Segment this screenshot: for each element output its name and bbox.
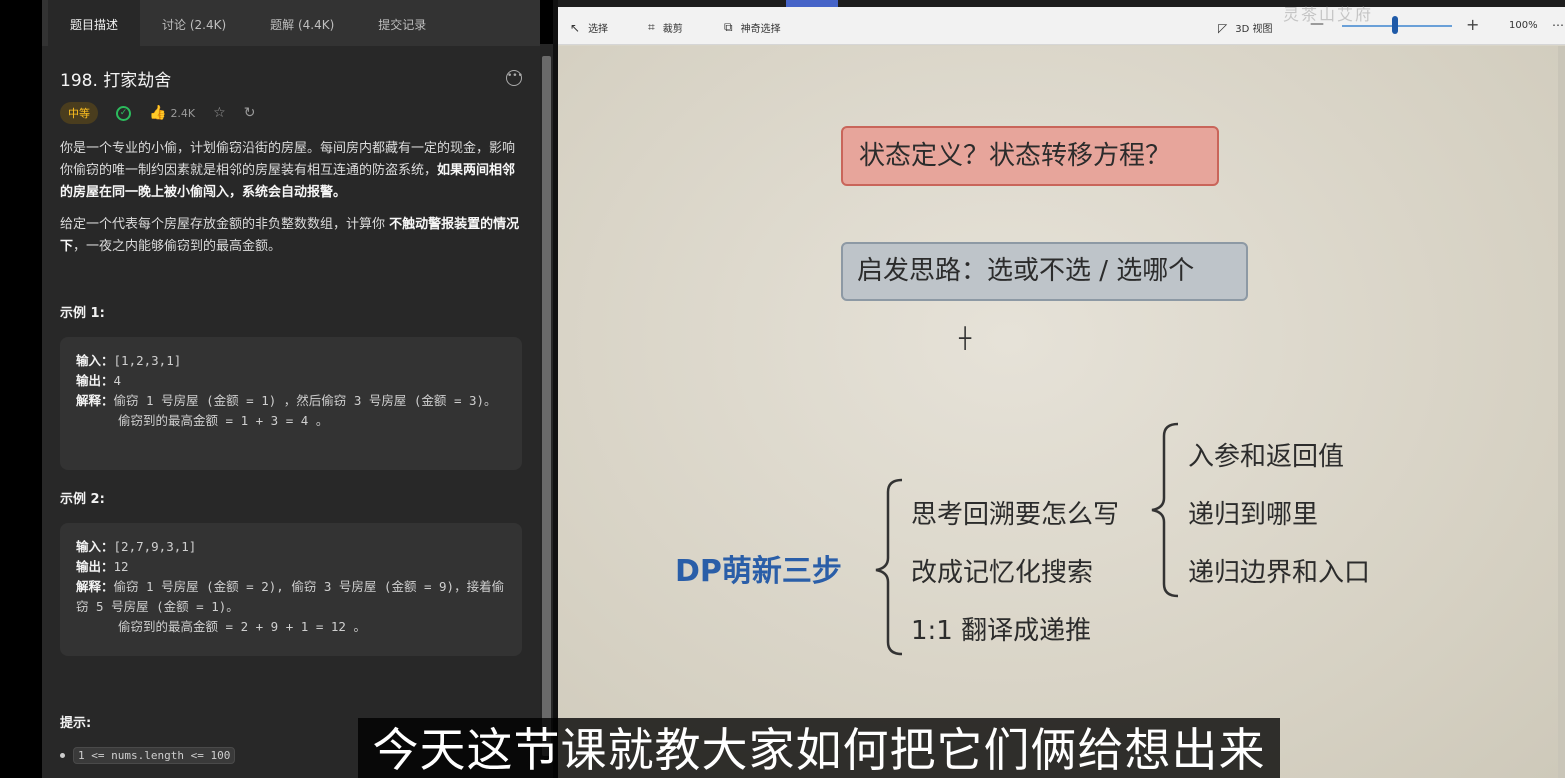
input-value: [1,2,3,1]	[113, 353, 182, 368]
like-button[interactable]: 👍 2.4K	[149, 105, 195, 121]
example-1-title: 示例 1:	[60, 306, 105, 321]
3d-view-icon: ◸	[1218, 20, 1228, 35]
channel-watermark: 灵茶山艾府	[1283, 5, 1374, 24]
star-icon[interactable]: ☆	[213, 105, 226, 121]
like-count: 2.4K	[170, 106, 196, 120]
constraint-code: 1 <= nums.length <= 100	[73, 747, 236, 764]
toolbar: ↖ 选择 ⌗ 裁剪 ⧉ 神奇选择 ◸ 3D 视图 灵茶山艾府 — + 100% …	[558, 5, 1565, 45]
input-value: [2,7,9,3,1]	[113, 539, 197, 554]
problem-tabs: 题目描述 讨论 (2.4K) 题解 (4.4K) 提交记录	[42, 0, 540, 46]
video-subtitle: 今天这节课就教大家如何把它们俩给想出来	[358, 718, 1280, 778]
mindmap-node-backtrack: 思考回溯要怎么写	[911, 500, 1120, 530]
problem-scrollbar[interactable]	[540, 44, 553, 778]
screen: { "leetcode": { "tabs": ["题目描述", "讨论 (2.…	[0, 0, 1565, 778]
active-tab-accent	[786, 0, 838, 7]
zoom-slider-thumb[interactable]	[1392, 16, 1398, 34]
select-tool[interactable]: ↖ 选择	[570, 20, 609, 36]
mindmap-node-boundary: 递归边界和入口	[1188, 558, 1371, 588]
difficulty-badge: 中等	[60, 102, 98, 124]
mindmap-node-memoize: 改成记忆化搜索	[911, 558, 1094, 588]
output-label: 输出：	[76, 559, 114, 574]
bullet-icon	[60, 753, 65, 758]
crop-tool[interactable]: ⌗ 裁剪	[648, 20, 683, 35]
explain-value-2: 偷窃到的最高金额 = 2 + 9 + 1 = 12 。	[118, 619, 366, 634]
more-options-icon[interactable]: •••	[506, 70, 523, 86]
cursor-arrow-icon: ↖	[570, 20, 581, 35]
explain-value: 偷窃 1 号房屋 (金额 = 1) ，然后偷窃 3 号房屋 (金额 = 3)。	[113, 393, 497, 408]
explain-value: 偷窃 1 号房屋 (金额 = 2), 偷窃 3 号房屋 (金额 = 9)，接着偷…	[76, 579, 505, 614]
output-value: 12	[113, 559, 129, 574]
output-value: 4	[113, 373, 122, 388]
tab-description[interactable]: 题目描述	[48, 0, 141, 46]
solved-check-icon: ✓	[116, 105, 131, 121]
crop-label: 裁剪	[662, 24, 683, 35]
3d-view-label: 3D 视图	[1235, 24, 1273, 35]
example-2-box: 输入：[2,7,9,3,1] 输出：12 解释：偷窃 1 号房屋 (金额 = 2…	[60, 523, 522, 656]
input-label: 输入：	[76, 353, 114, 368]
canvas-scrollbar[interactable]	[1558, 46, 1565, 778]
3d-view-toggle[interactable]: ◸ 3D 视图	[1218, 20, 1273, 36]
drawing-canvas[interactable]: 状态定义？状态转移方程？ 启发思路：选或不选 / 选哪个 ┼ DP萌新三步 思考…	[558, 46, 1558, 778]
tab-solutions[interactable]: 题解 (4.4K)	[248, 0, 356, 46]
desc-text: 给定一个代表每个房屋存放金额的非负整数数组，计算你	[60, 217, 390, 232]
explain-value-2: 偷窃到的最高金额 = 1 + 3 = 4 。	[118, 413, 329, 428]
problem-description: 你是一个专业的小偷，计划偷窃沿街的房屋。每间房内都藏有一定的现金，影响你偷窃的唯…	[60, 138, 522, 258]
zoom-in-icon[interactable]: +	[1466, 15, 1479, 34]
window-top-edge	[558, 0, 1565, 7]
magic-select-icon: ⧉	[724, 20, 733, 34]
tab-submissions[interactable]: 提交记录	[356, 0, 448, 46]
mindmap-braces	[875, 422, 1179, 656]
paint3d-window: ↖ 选择 ⌗ 裁剪 ⧉ 神奇选择 ◸ 3D 视图 灵茶山艾府 — + 100% …	[558, 0, 1565, 778]
more-icon[interactable]: ⋯	[1552, 18, 1564, 32]
mindmap-root: DP萌新三步	[675, 554, 842, 589]
thumbs-up-icon: 👍	[149, 105, 167, 121]
select-label: 选择	[588, 24, 609, 35]
mindmap-node-recurse-to: 递归到哪里	[1188, 500, 1319, 530]
explain-label: 解释：	[76, 579, 114, 594]
share-icon[interactable]: ↻	[244, 105, 256, 121]
zoom-level: 100%	[1509, 20, 1538, 31]
example-1-box: 输入：[1,2,3,1] 输出：4 解释：偷窃 1 号房屋 (金额 = 1) ，…	[60, 337, 522, 470]
left-black-strip	[0, 0, 42, 778]
leetcode-panel: 题目描述 讨论 (2.4K) 题解 (4.4K) 提交记录 198. 打家劫舍 …	[42, 0, 540, 778]
scrollbar-thumb[interactable]	[542, 56, 551, 756]
magic-select-tool[interactable]: ⧉ 神奇选择	[724, 20, 781, 35]
output-label: 输出：	[76, 373, 114, 388]
example-2-title: 示例 2:	[60, 492, 105, 507]
magic-select-label: 神奇选择	[740, 24, 781, 35]
mindmap-node-recurrence: 1:1 翻译成递推	[911, 616, 1092, 646]
crop-icon: ⌗	[648, 20, 655, 34]
sub-brace	[1151, 422, 1179, 598]
mindmap-node-params: 入参和返回值	[1188, 442, 1345, 472]
input-label: 输入：	[76, 539, 114, 554]
root-brace	[875, 478, 903, 656]
zoom-out-icon[interactable]: —	[1310, 16, 1324, 32]
tab-discussion[interactable]: 讨论 (2.4K)	[140, 0, 248, 46]
explain-label: 解释：	[76, 393, 114, 408]
desc-text: ，一夜之内能够偷窃到的最高金额。	[73, 239, 282, 254]
problem-title: 198. 打家劫舍	[60, 70, 172, 91]
